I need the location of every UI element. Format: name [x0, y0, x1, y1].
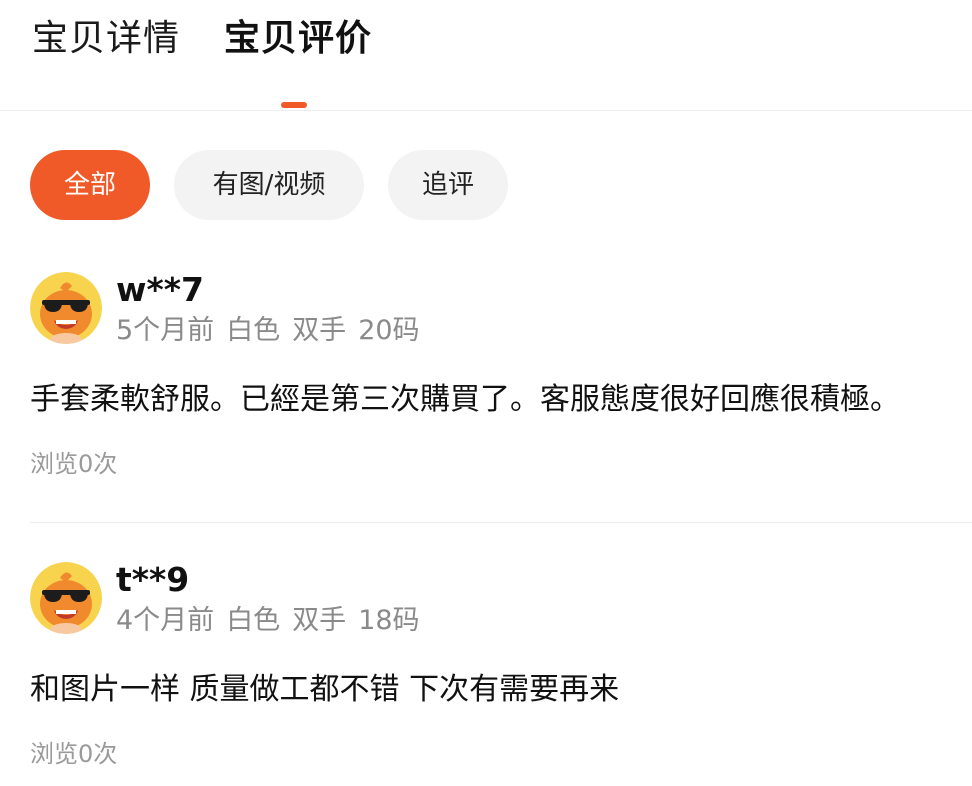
avatar-icon[interactable] [30, 272, 102, 344]
reviewer-name[interactable]: w**7 [116, 270, 204, 310]
filter-all-chip[interactable]: 全部 [30, 150, 150, 220]
mascot-avatar-icon [30, 562, 102, 634]
review-view-count: 浏览0次 [30, 740, 118, 768]
active-tab-indicator [281, 102, 307, 108]
review-text: 和图片一样 质量做工都不错 下次有需要再来 [30, 672, 620, 707]
tab-product-reviews[interactable]: 宝贝评价 [224, 16, 372, 62]
review-color: 白色 [226, 315, 281, 346]
review-size: 20码 [358, 315, 420, 346]
review-meta: 4个月前 白色 双手 18码 [116, 604, 432, 638]
mascot-avatar-icon [30, 272, 102, 344]
filter-media-chip[interactable]: 有图/视频 [174, 150, 364, 220]
review-style: 双手 [292, 315, 347, 346]
review-style: 双手 [292, 605, 347, 636]
review-divider [30, 522, 972, 523]
review-time: 4个月前 [116, 605, 215, 636]
review-time: 5个月前 [116, 315, 215, 346]
review-color: 白色 [226, 605, 281, 636]
reviewer-name[interactable]: t**9 [116, 560, 189, 600]
review-page: 宝贝详情 宝贝评价 全部 有图/视频 追评 w**7 5个月前 白色 双手 20码 手… [0, 0, 972, 786]
tab-bar: 宝贝详情 宝贝评价 [0, 0, 972, 111]
review-text: 手套柔軟舒服。已經是第三次購買了。客服態度很好回應很積極。 [30, 382, 900, 417]
review-meta: 5个月前 白色 双手 20码 [116, 314, 432, 348]
filter-follow-up-chip[interactable]: 追评 [388, 150, 508, 220]
tab-product-details[interactable]: 宝贝详情 [32, 16, 180, 62]
avatar-icon[interactable] [30, 562, 102, 634]
review-view-count: 浏览0次 [30, 450, 118, 478]
review-size: 18码 [358, 605, 420, 636]
